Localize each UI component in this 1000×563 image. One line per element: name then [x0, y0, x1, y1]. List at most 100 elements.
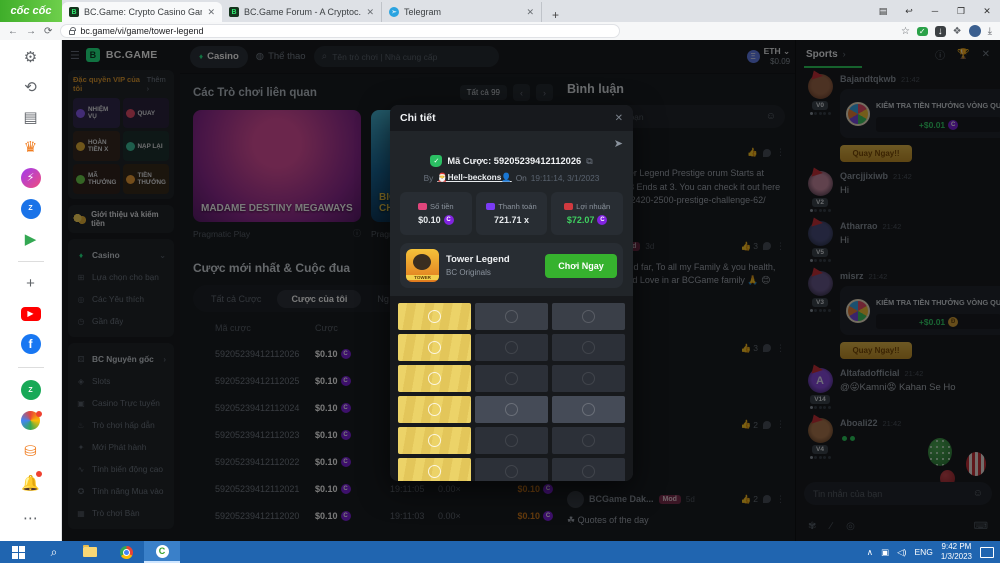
- language-indicator[interactable]: ENG: [914, 547, 932, 557]
- profile-avatar[interactable]: [969, 25, 981, 37]
- messenger-icon[interactable]: ⚡: [21, 168, 41, 188]
- new-tab-button[interactable]: +: [542, 8, 569, 22]
- tower-tile-win: [398, 365, 471, 392]
- bookmark-star-icon[interactable]: ☆: [901, 26, 910, 37]
- amount-icon: [418, 203, 427, 210]
- coin-icon: C: [597, 215, 607, 225]
- settings-icon[interactable]: ⚙: [19, 48, 43, 67]
- bcgame-page: ☰ B BC.GAME Đặc quyền VIP của tôi Thêm ›…: [62, 40, 1000, 541]
- browser-back-button[interactable]: ←: [8, 26, 18, 37]
- tower-grid: [398, 303, 625, 481]
- coin-icon: [505, 310, 518, 323]
- coin-icon: [505, 465, 518, 478]
- coin-icon: [505, 341, 518, 354]
- taskbar-search-icon[interactable]: ⌕: [36, 541, 72, 563]
- tower-tile-med: [475, 303, 548, 330]
- tab-title: BC.Game: Crypto Casino Gan: [84, 7, 202, 17]
- tower-tile-med: [552, 303, 625, 330]
- games-icon[interactable]: ▶: [19, 230, 43, 249]
- more-options-icon[interactable]: ⋯: [19, 506, 43, 530]
- tab-close-icon[interactable]: ✕: [366, 7, 374, 18]
- share-icon[interactable]: ➤: [614, 137, 623, 153]
- network-icon[interactable]: ▣: [881, 547, 889, 558]
- tower-tile-light: [552, 396, 625, 423]
- tower-tile-dark: [475, 458, 548, 481]
- extensions-icon[interactable]: ❖: [953, 26, 962, 37]
- tower-tile-dark: [475, 334, 548, 361]
- tower-tile-win: [398, 427, 471, 454]
- bet-id-value: 59205239412112026: [494, 156, 581, 166]
- colorful-app-icon[interactable]: [21, 411, 40, 430]
- stat-payout-multiplier: Thanh toán 721.71 x: [476, 192, 548, 235]
- tab-close-icon[interactable]: ✕: [526, 7, 534, 18]
- game-card: Tower Legend BC Originals Chơi Ngay: [400, 243, 623, 288]
- coin-icon: [582, 310, 595, 323]
- start-button[interactable]: [0, 541, 36, 563]
- tab-bcgame-forum[interactable]: B BC.Game Forum - A Cryptoc. ✕: [222, 2, 382, 22]
- action-center-icon[interactable]: [980, 547, 994, 558]
- coin-icon: [428, 465, 441, 478]
- window-close-button[interactable]: ✕: [974, 6, 1000, 17]
- on-label: On: [516, 173, 527, 183]
- volume-icon[interactable]: ◁): [897, 547, 906, 558]
- game-name[interactable]: Tower Legend: [446, 254, 510, 265]
- url-field[interactable]: bc.game/vi/game/tower-legend: [60, 24, 620, 38]
- tab-bcgame[interactable]: B BC.Game: Crypto Casino Gan ✕: [62, 2, 222, 22]
- window-maximize-button[interactable]: ❐: [948, 6, 974, 17]
- add-shortcut-icon[interactable]: +: [19, 274, 43, 293]
- browser-chrome: cốc cốc B BC.Game: Crypto Casino Gan ✕ B…: [0, 0, 1000, 40]
- tower-tile-dark: [552, 334, 625, 361]
- tab-title: BC.Game Forum - A Cryptoc.: [244, 7, 361, 17]
- zalo-official-icon[interactable]: Z: [21, 380, 41, 400]
- verified-shield-icon: ✓: [430, 155, 442, 167]
- forum-favicon: B: [229, 7, 239, 17]
- coin-icon: [428, 341, 441, 354]
- browser-reload-button[interactable]: ⟳: [44, 26, 52, 37]
- copy-icon[interactable]: ⧉: [586, 156, 592, 167]
- tab-strip: cốc cốc B BC.Game: Crypto Casino Gan ✕ B…: [0, 0, 1000, 22]
- adblock-icon[interactable]: ✓: [917, 27, 928, 36]
- modal-close-icon[interactable]: ✕: [615, 113, 623, 124]
- newsfeed-icon[interactable]: ▤: [19, 108, 43, 127]
- coin-icon: [582, 403, 595, 416]
- download-active-icon[interactable]: ↓: [935, 26, 946, 37]
- coin-icon: [505, 372, 518, 385]
- tower-legend-thumbnail[interactable]: [406, 249, 439, 282]
- coin-icon: [428, 434, 441, 447]
- history-icon[interactable]: ⟲: [19, 78, 43, 97]
- file-explorer-icon[interactable]: [72, 541, 108, 563]
- coin-icon: C: [444, 215, 454, 225]
- stat-amount: Số tiền $0.10C: [400, 192, 472, 235]
- rail-divider: [18, 367, 44, 368]
- bet-datetime: 19:11:14, 3/1/2023: [531, 173, 600, 183]
- by-label: By: [424, 173, 434, 183]
- telegram-favicon: ➣: [389, 7, 399, 17]
- facebook-icon[interactable]: f: [21, 334, 41, 354]
- tower-tile-win: [398, 303, 471, 330]
- coccoc-logo[interactable]: cốc cốc: [0, 0, 62, 22]
- lock-icon: [69, 30, 75, 35]
- tower-tile-win: [398, 396, 471, 423]
- chrome-icon[interactable]: [108, 541, 144, 563]
- tab-telegram[interactable]: ➣ Telegram ✕: [382, 2, 542, 22]
- modal-header: Chi tiết ✕: [390, 105, 633, 131]
- tab-close-icon[interactable]: ✕: [207, 7, 215, 18]
- coin-icon: [428, 372, 441, 385]
- coccoc-taskbar-icon[interactable]: C: [144, 541, 180, 563]
- hot-trends-icon[interactable]: ♛: [19, 138, 43, 157]
- notifications-bell-icon[interactable]: 🔔: [19, 471, 43, 495]
- shopping-cart-icon[interactable]: ⛁: [19, 441, 43, 460]
- clock[interactable]: 9:42 PM1/3/2023: [941, 542, 972, 561]
- youtube-icon[interactable]: ▶: [21, 307, 41, 321]
- zalo-icon[interactable]: Z: [21, 199, 41, 219]
- tower-tile-win: [398, 458, 471, 481]
- coin-icon: [428, 403, 441, 416]
- restore-session-icon[interactable]: ↩: [896, 6, 922, 17]
- bet-username[interactable]: 🎅Hell~beckons👤: [437, 172, 511, 183]
- browser-forward-button[interactable]: →: [26, 26, 36, 37]
- tray-expand-icon[interactable]: ∧: [867, 547, 873, 558]
- downloads-tray-icon[interactable]: ⤓: [988, 26, 992, 37]
- reader-mode-icon[interactable]: ▤: [870, 6, 896, 17]
- play-now-button[interactable]: Chơi Ngay: [545, 254, 617, 278]
- window-minimize-button[interactable]: ─: [922, 6, 948, 16]
